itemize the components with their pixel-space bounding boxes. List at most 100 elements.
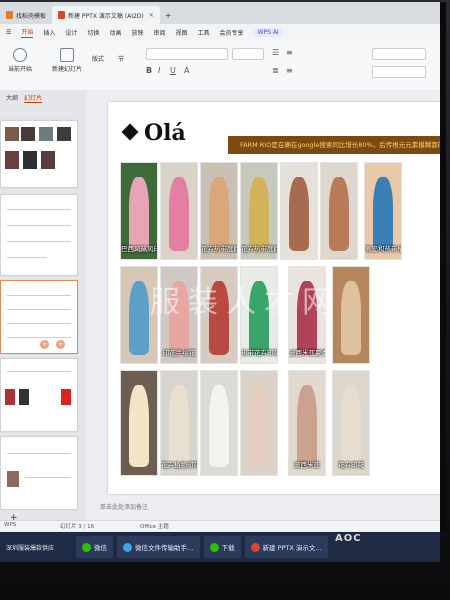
tab-document[interactable]: 新建 PPTX 演示文稿 (AI2D) ✕: [52, 6, 160, 24]
menu-review[interactable]: 审阅: [153, 28, 165, 37]
bullet-list-icon[interactable]: ☰: [272, 48, 279, 57]
taskbar-ppt[interactable]: 新建 PPTX 演示文…: [244, 536, 328, 558]
file-transfer-icon: [123, 542, 132, 552]
fashion-photo[interactable]: [240, 370, 278, 476]
dress-figure: [209, 177, 229, 251]
play-from-current-button[interactable]: 当前开始: [8, 48, 32, 73]
photo-caption: 波西米亚夏季风: [289, 349, 325, 357]
fashion-photo[interactable]: 花卉印花: [332, 370, 370, 476]
underline-icon[interactable]: U: [170, 66, 176, 75]
fashion-photo[interactable]: [160, 162, 198, 260]
bold-icon[interactable]: B: [146, 66, 152, 75]
thumb-line: [7, 323, 71, 324]
menu-design[interactable]: 设计: [65, 28, 77, 37]
menu-tools[interactable]: 工具: [198, 28, 210, 37]
thumb-line: [7, 225, 71, 226]
dress-figure: [129, 385, 149, 467]
slide-thumbnail-1[interactable]: [0, 120, 78, 188]
new-slide-label: 新建幻灯片: [52, 66, 83, 73]
shape-gallery[interactable]: [372, 48, 426, 60]
slide-logo: Olá: [121, 120, 186, 146]
new-slide-button[interactable]: 新建幻灯片: [52, 48, 82, 73]
photo-caption: 花卉热带度假: [201, 245, 238, 253]
tab-slides[interactable]: 幻灯片: [24, 93, 43, 103]
notes-placeholder[interactable]: 单击此处添加备注: [100, 502, 148, 511]
taskbar-downloads[interactable]: 下载: [203, 536, 241, 558]
photo-caption: 花卉热带度假: [241, 245, 278, 253]
add-slide-icon[interactable]: +: [40, 340, 49, 349]
menu-home[interactable]: 开始: [21, 27, 34, 38]
fashion-photo[interactable]: [320, 162, 358, 260]
watermark-text: 服装人才网: [150, 285, 340, 320]
thumb-line: [7, 295, 71, 296]
thumb-line: [7, 209, 71, 210]
menu-insert[interactable]: 插入: [43, 28, 55, 37]
logo-text: Olá: [144, 120, 186, 146]
tab-template[interactable]: 找稻壳模板: [0, 6, 52, 24]
fashion-photo[interactable]: 波西米亚: [288, 370, 326, 476]
taskbar-wechat[interactable]: 微信: [76, 536, 113, 558]
fashion-photo[interactable]: 花卉植物印花小清新: [160, 370, 198, 476]
dress-figure: [341, 281, 361, 355]
new-tab-icon[interactable]: +: [160, 6, 177, 24]
menu-member[interactable]: 会员专享: [220, 28, 244, 37]
font-size-select[interactable]: [232, 48, 264, 60]
close-tab-icon[interactable]: ✕: [149, 12, 154, 19]
thumb-photo: [23, 151, 37, 169]
numbered-list-icon[interactable]: ≡: [286, 48, 293, 57]
slide-thumbnail-2[interactable]: [0, 194, 78, 276]
screen: 找稻壳模板 新建 PPTX 演示文稿 (AI2D) ✕ + ☰ 开始 插入 设计…: [0, 2, 446, 532]
font-color-icon[interactable]: A: [184, 66, 189, 75]
slide-counter: 幻灯片 3 / 16: [60, 524, 95, 530]
menu-transition[interactable]: 切换: [87, 28, 99, 37]
wps-ai-button[interactable]: WPS AI: [253, 27, 283, 37]
font-name-select[interactable]: [146, 48, 228, 60]
fashion-photo[interactable]: 巴西风热风印花: [120, 162, 158, 260]
section-button[interactable]: 节: [118, 54, 124, 63]
arrange-gallery[interactable]: [372, 66, 426, 78]
fashion-photo[interactable]: [280, 162, 318, 260]
download-icon: [209, 542, 219, 552]
slide-thumbnail-panel: 大纲 幻灯片 + + +: [0, 90, 87, 523]
thumb-photo: [7, 471, 19, 487]
slide-canvas[interactable]: Olá FARM RIO是在确在google搜索同比增长80%，后传根元元素模糊…: [108, 102, 440, 494]
diamond-icon: [121, 123, 139, 141]
photo-caption: 离岛和热带植物: [365, 245, 401, 253]
toolbar: 当前开始 新建幻灯片 版式 节 B I U A ☰ ≡ ≣ ≡: [0, 40, 440, 91]
taskbar-file-transfer[interactable]: 微信文件传输助手…: [117, 536, 200, 558]
thumb-photo: [21, 127, 35, 141]
menu-slideshow[interactable]: 放映: [131, 28, 143, 37]
dress-figure: [341, 385, 361, 467]
task-label: 微信文件传输助手…: [135, 544, 194, 552]
more-options-icon[interactable]: +: [56, 340, 65, 349]
slide-thumbnail-3[interactable]: [0, 280, 78, 354]
align-left-icon[interactable]: ≣: [272, 66, 279, 75]
menu-view[interactable]: 视图: [176, 28, 188, 37]
tab-label: 新建 PPTX 演示文稿 (AI2D): [68, 12, 144, 20]
slide-thumbnail-5[interactable]: [0, 436, 78, 510]
italic-icon[interactable]: I: [158, 66, 160, 75]
menu-file-icon[interactable]: ☰: [6, 29, 11, 36]
align-center-icon[interactable]: ≡: [286, 66, 293, 75]
tab-label: 找稻壳模板: [16, 12, 47, 20]
section-label: 节: [118, 56, 125, 63]
thumb-photo: [57, 127, 71, 141]
fashion-photo[interactable]: 花卉热带度假: [240, 162, 278, 260]
layout-button[interactable]: 版式: [92, 54, 104, 63]
dress-figure: [209, 385, 229, 467]
ppt-icon: [250, 542, 260, 552]
dress-figure: [169, 177, 189, 251]
tab-outline[interactable]: 大纲: [6, 93, 18, 103]
thumb-line: [25, 477, 71, 478]
windows-taskbar: 深圳服装爆款供应 微信 微信文件传输助手… 下载 新建 PPTX 演示文…: [0, 532, 440, 562]
dress-figure: [297, 385, 317, 467]
fashion-photo[interactable]: 花卉热带度假: [200, 162, 238, 260]
fashion-photo[interactable]: [200, 370, 238, 476]
fashion-photo[interactable]: [120, 370, 158, 476]
fashion-photo[interactable]: 离岛和热带植物: [364, 162, 402, 260]
slide-thumbnail-4[interactable]: [0, 358, 78, 432]
photo-caption: 热带花卉印花: [241, 349, 278, 357]
thumb-line: [7, 257, 47, 258]
menu-animation[interactable]: 动画: [109, 28, 121, 37]
dress-figure: [169, 385, 189, 467]
